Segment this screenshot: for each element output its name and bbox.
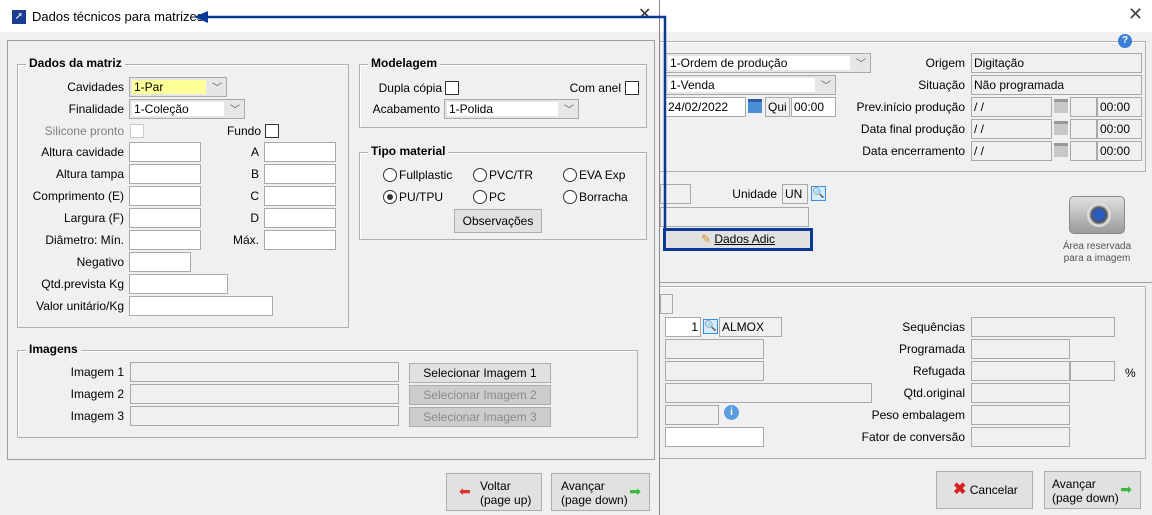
annotation-arrow (194, 11, 667, 230)
